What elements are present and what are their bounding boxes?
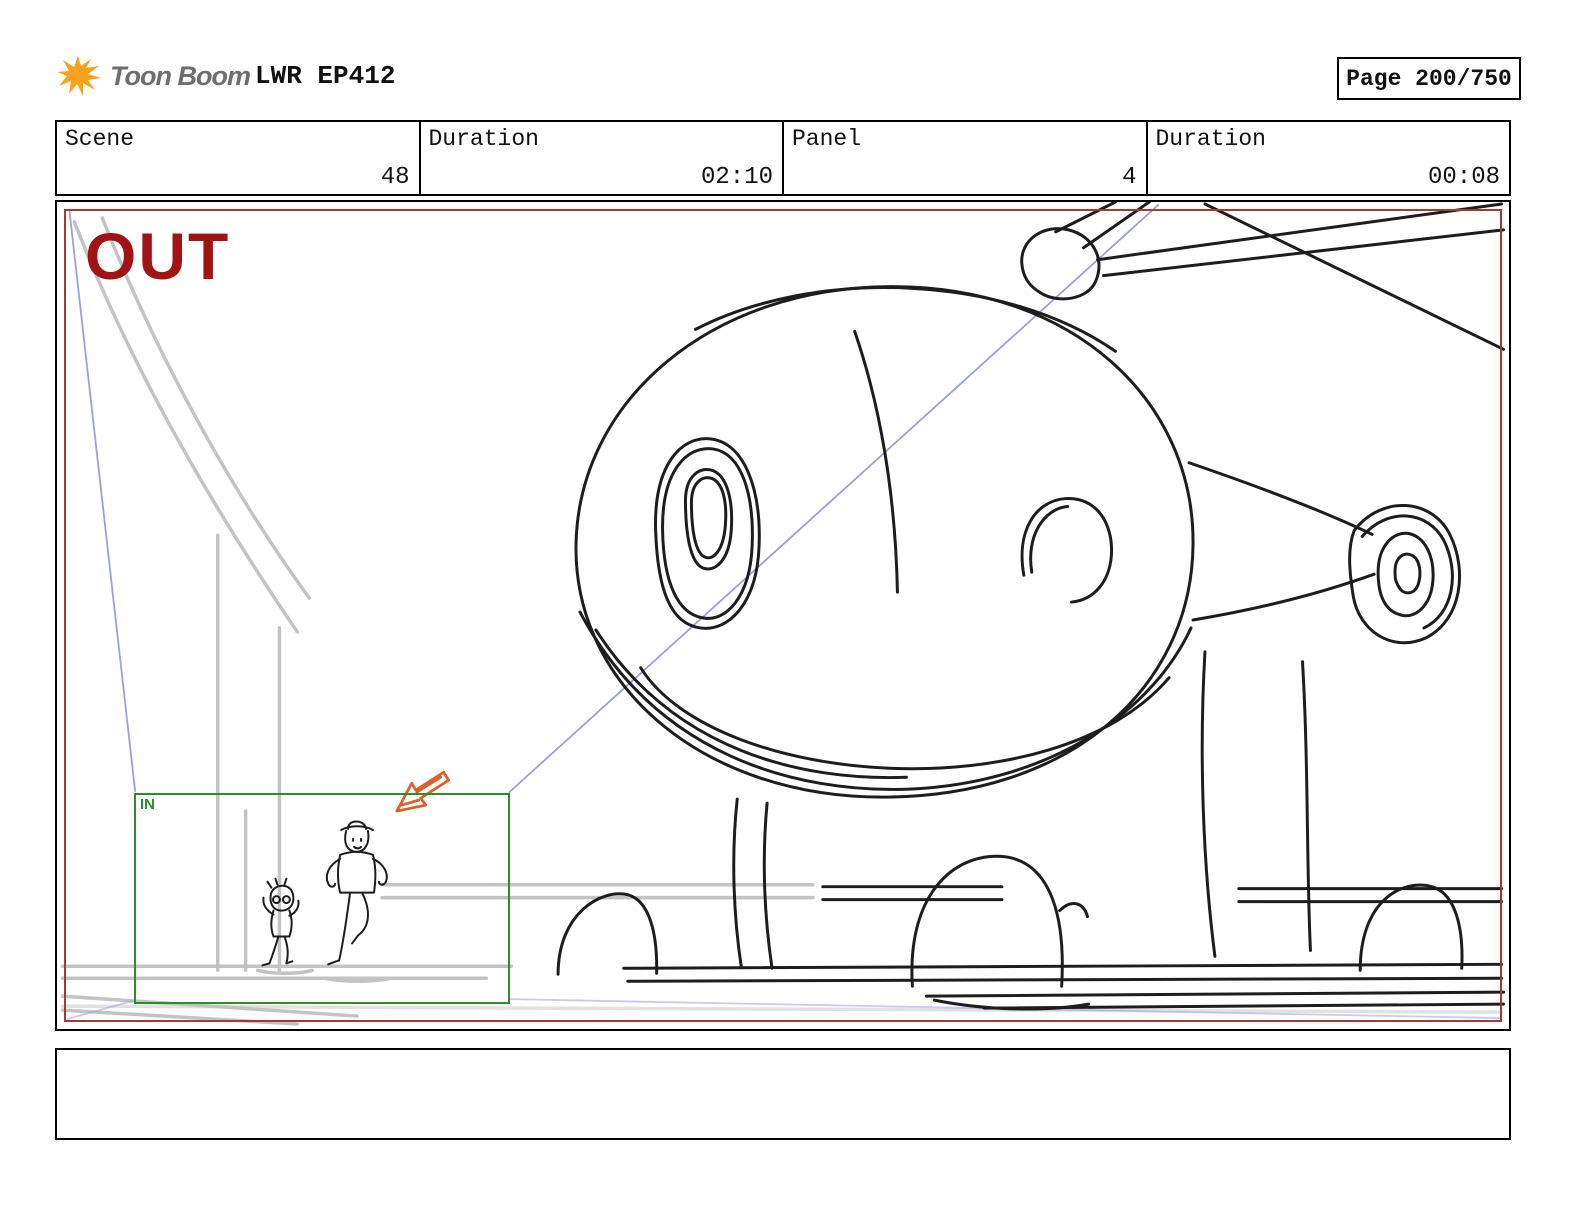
scene-label: Scene <box>65 126 134 152</box>
toonboom-starburst-icon <box>55 54 103 98</box>
info-table: Scene 48 Duration 02:10 Panel 4 Duration… <box>55 120 1511 196</box>
page-number-box: Page 200/750 <box>1337 57 1521 100</box>
page-number-label: Page 200/750 <box>1346 66 1512 92</box>
episode-title: LWR EP412 <box>255 61 395 91</box>
scene-cell: Scene 48 <box>57 122 419 194</box>
panel-duration-cell: Duration 00:08 <box>1146 122 1510 194</box>
storyboard-page: Toon Boom LWR EP412 Page 200/750 Scene 4… <box>0 0 1584 1224</box>
scene-duration-value: 02:10 <box>701 164 773 191</box>
panel-label: Panel <box>792 126 861 152</box>
scene-duration-cell: Duration 02:10 <box>419 122 783 194</box>
panel-value: 4 <box>1122 164 1136 191</box>
scene-value: 48 <box>381 164 410 191</box>
panel-cell: Panel 4 <box>782 122 1146 194</box>
caption-box <box>55 1048 1511 1140</box>
toonboom-logo: Toon Boom <box>55 54 250 98</box>
storyboard-panel: OUT IN <box>55 200 1511 1031</box>
camera-in-frame: IN <box>134 793 510 1004</box>
camera-in-label: IN <box>140 796 155 813</box>
scene-duration-label: Duration <box>429 126 539 152</box>
panel-duration-value: 00:08 <box>1428 164 1500 191</box>
panel-duration-label: Duration <box>1156 126 1266 152</box>
logo-text: Toon Boom <box>110 61 250 92</box>
camera-out-label: OUT <box>85 218 230 294</box>
